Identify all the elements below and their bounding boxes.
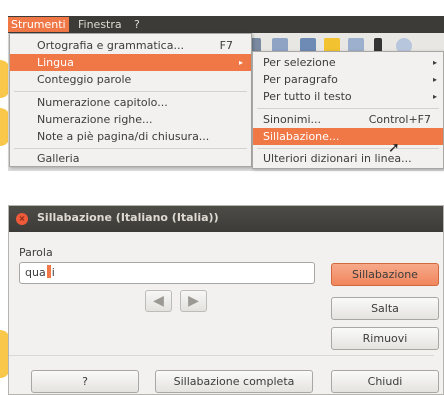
menu-item-label: Ortografia e grammatica... bbox=[37, 39, 184, 52]
chevron-right-icon: ▸ bbox=[432, 75, 437, 84]
submenu-item-ulteriori-dizionari[interactable]: Ulteriori dizionari in linea... bbox=[253, 150, 443, 167]
chevron-right-icon: ▸ bbox=[432, 92, 437, 101]
menu-help[interactable]: ? bbox=[131, 17, 143, 32]
dialog-title: Sillabazione (Italiano (Italia)) bbox=[37, 211, 219, 224]
hyphenate-button[interactable]: Sillabazione bbox=[331, 263, 439, 286]
menu-item-numerazione-righe[interactable]: Numerazione righe... bbox=[10, 111, 251, 128]
menu-separator bbox=[14, 91, 247, 92]
menu-item-note[interactable]: Note a piè pagina/di chiusura... bbox=[10, 128, 251, 145]
help-button[interactable]: ? bbox=[31, 370, 139, 393]
menu-item-conteggio-parole[interactable]: Conteggio parole bbox=[10, 71, 251, 88]
close-button[interactable]: Chiudi bbox=[331, 370, 439, 393]
dialog-separator bbox=[9, 355, 434, 356]
strumenti-dropdown: Ortografia e grammatica... F7 Lingua ▸ C… bbox=[9, 33, 252, 167]
submenu-item-shortcut: Control+F7 bbox=[368, 113, 431, 126]
menu-separator bbox=[14, 148, 247, 149]
menu-item-lingua[interactable]: Lingua ▸ bbox=[10, 54, 251, 71]
submenu-item-label: Per paragrafo bbox=[263, 73, 338, 86]
dialog-titlebar: × Sillabazione (Italiano (Italia)) bbox=[9, 206, 443, 232]
menu-item-shortcut: F7 bbox=[219, 39, 233, 52]
submenu-item-per-tutto-il-testo[interactable]: Per tutto il testo ▸ bbox=[253, 88, 443, 105]
chevron-right-icon: ▸ bbox=[238, 58, 243, 67]
word-label: Parola bbox=[19, 246, 53, 259]
submenu-item-label: Sinonimi... bbox=[263, 113, 322, 126]
menu-finestra[interactable]: Finestra bbox=[75, 17, 125, 32]
word-text-after: i bbox=[51, 266, 55, 279]
arrow-left-icon[interactable]: ◀ bbox=[145, 290, 172, 312]
menu-item-galleria[interactable]: Galleria bbox=[10, 150, 251, 167]
submenu-item-per-selezione[interactable]: Per selezione ▸ bbox=[253, 54, 443, 71]
menu-separator bbox=[257, 108, 439, 109]
word-input[interactable]: qua i bbox=[19, 262, 315, 284]
word-text-before: qua bbox=[25, 266, 46, 279]
hyphenate-all-button[interactable]: Sillabazione completa bbox=[155, 370, 313, 393]
menu-item-label: Galleria bbox=[37, 152, 80, 165]
submenu-item-label: Per selezione bbox=[263, 56, 336, 69]
menu-item-label: Numerazione righe... bbox=[37, 113, 153, 126]
menu-item-label: Note a piè pagina/di chiusura... bbox=[37, 130, 210, 143]
menu-item-ortografia[interactable]: Ortografia e grammatica... F7 bbox=[10, 37, 251, 54]
hyphen-position-marker bbox=[46, 265, 51, 278]
lingua-submenu: Per selezione ▸ Per paragrafo ▸ Per tutt… bbox=[252, 51, 444, 169]
submenu-item-label: Sillabazione... bbox=[263, 130, 340, 143]
arrow-right-icon[interactable]: ▶ bbox=[180, 290, 207, 312]
menu-strumenti[interactable]: Strumenti bbox=[8, 17, 69, 32]
menu-item-label: Numerazione capitolo... bbox=[37, 96, 168, 109]
chevron-right-icon: ▸ bbox=[432, 58, 437, 67]
menu-item-label: Lingua bbox=[37, 56, 74, 69]
mouse-pointer-icon: ➚ bbox=[388, 140, 400, 156]
menubar: Strumenti Finestra ? bbox=[8, 16, 444, 33]
submenu-item-sinonimi[interactable]: Sinonimi... Control+F7 bbox=[253, 111, 443, 128]
menu-item-numerazione-capitolo[interactable]: Numerazione capitolo... bbox=[10, 94, 251, 111]
close-icon[interactable]: × bbox=[16, 213, 28, 225]
menu-separator bbox=[257, 148, 439, 149]
menu-item-label: Conteggio parole bbox=[37, 73, 132, 86]
skip-button[interactable]: Salta bbox=[331, 297, 439, 320]
remove-button[interactable]: Rimuovi bbox=[331, 327, 439, 350]
submenu-item-label: Per tutto il testo bbox=[263, 90, 352, 103]
submenu-item-sillabazione[interactable]: Sillabazione... bbox=[253, 128, 443, 145]
submenu-item-per-paragrafo[interactable]: Per paragrafo ▸ bbox=[253, 71, 443, 88]
